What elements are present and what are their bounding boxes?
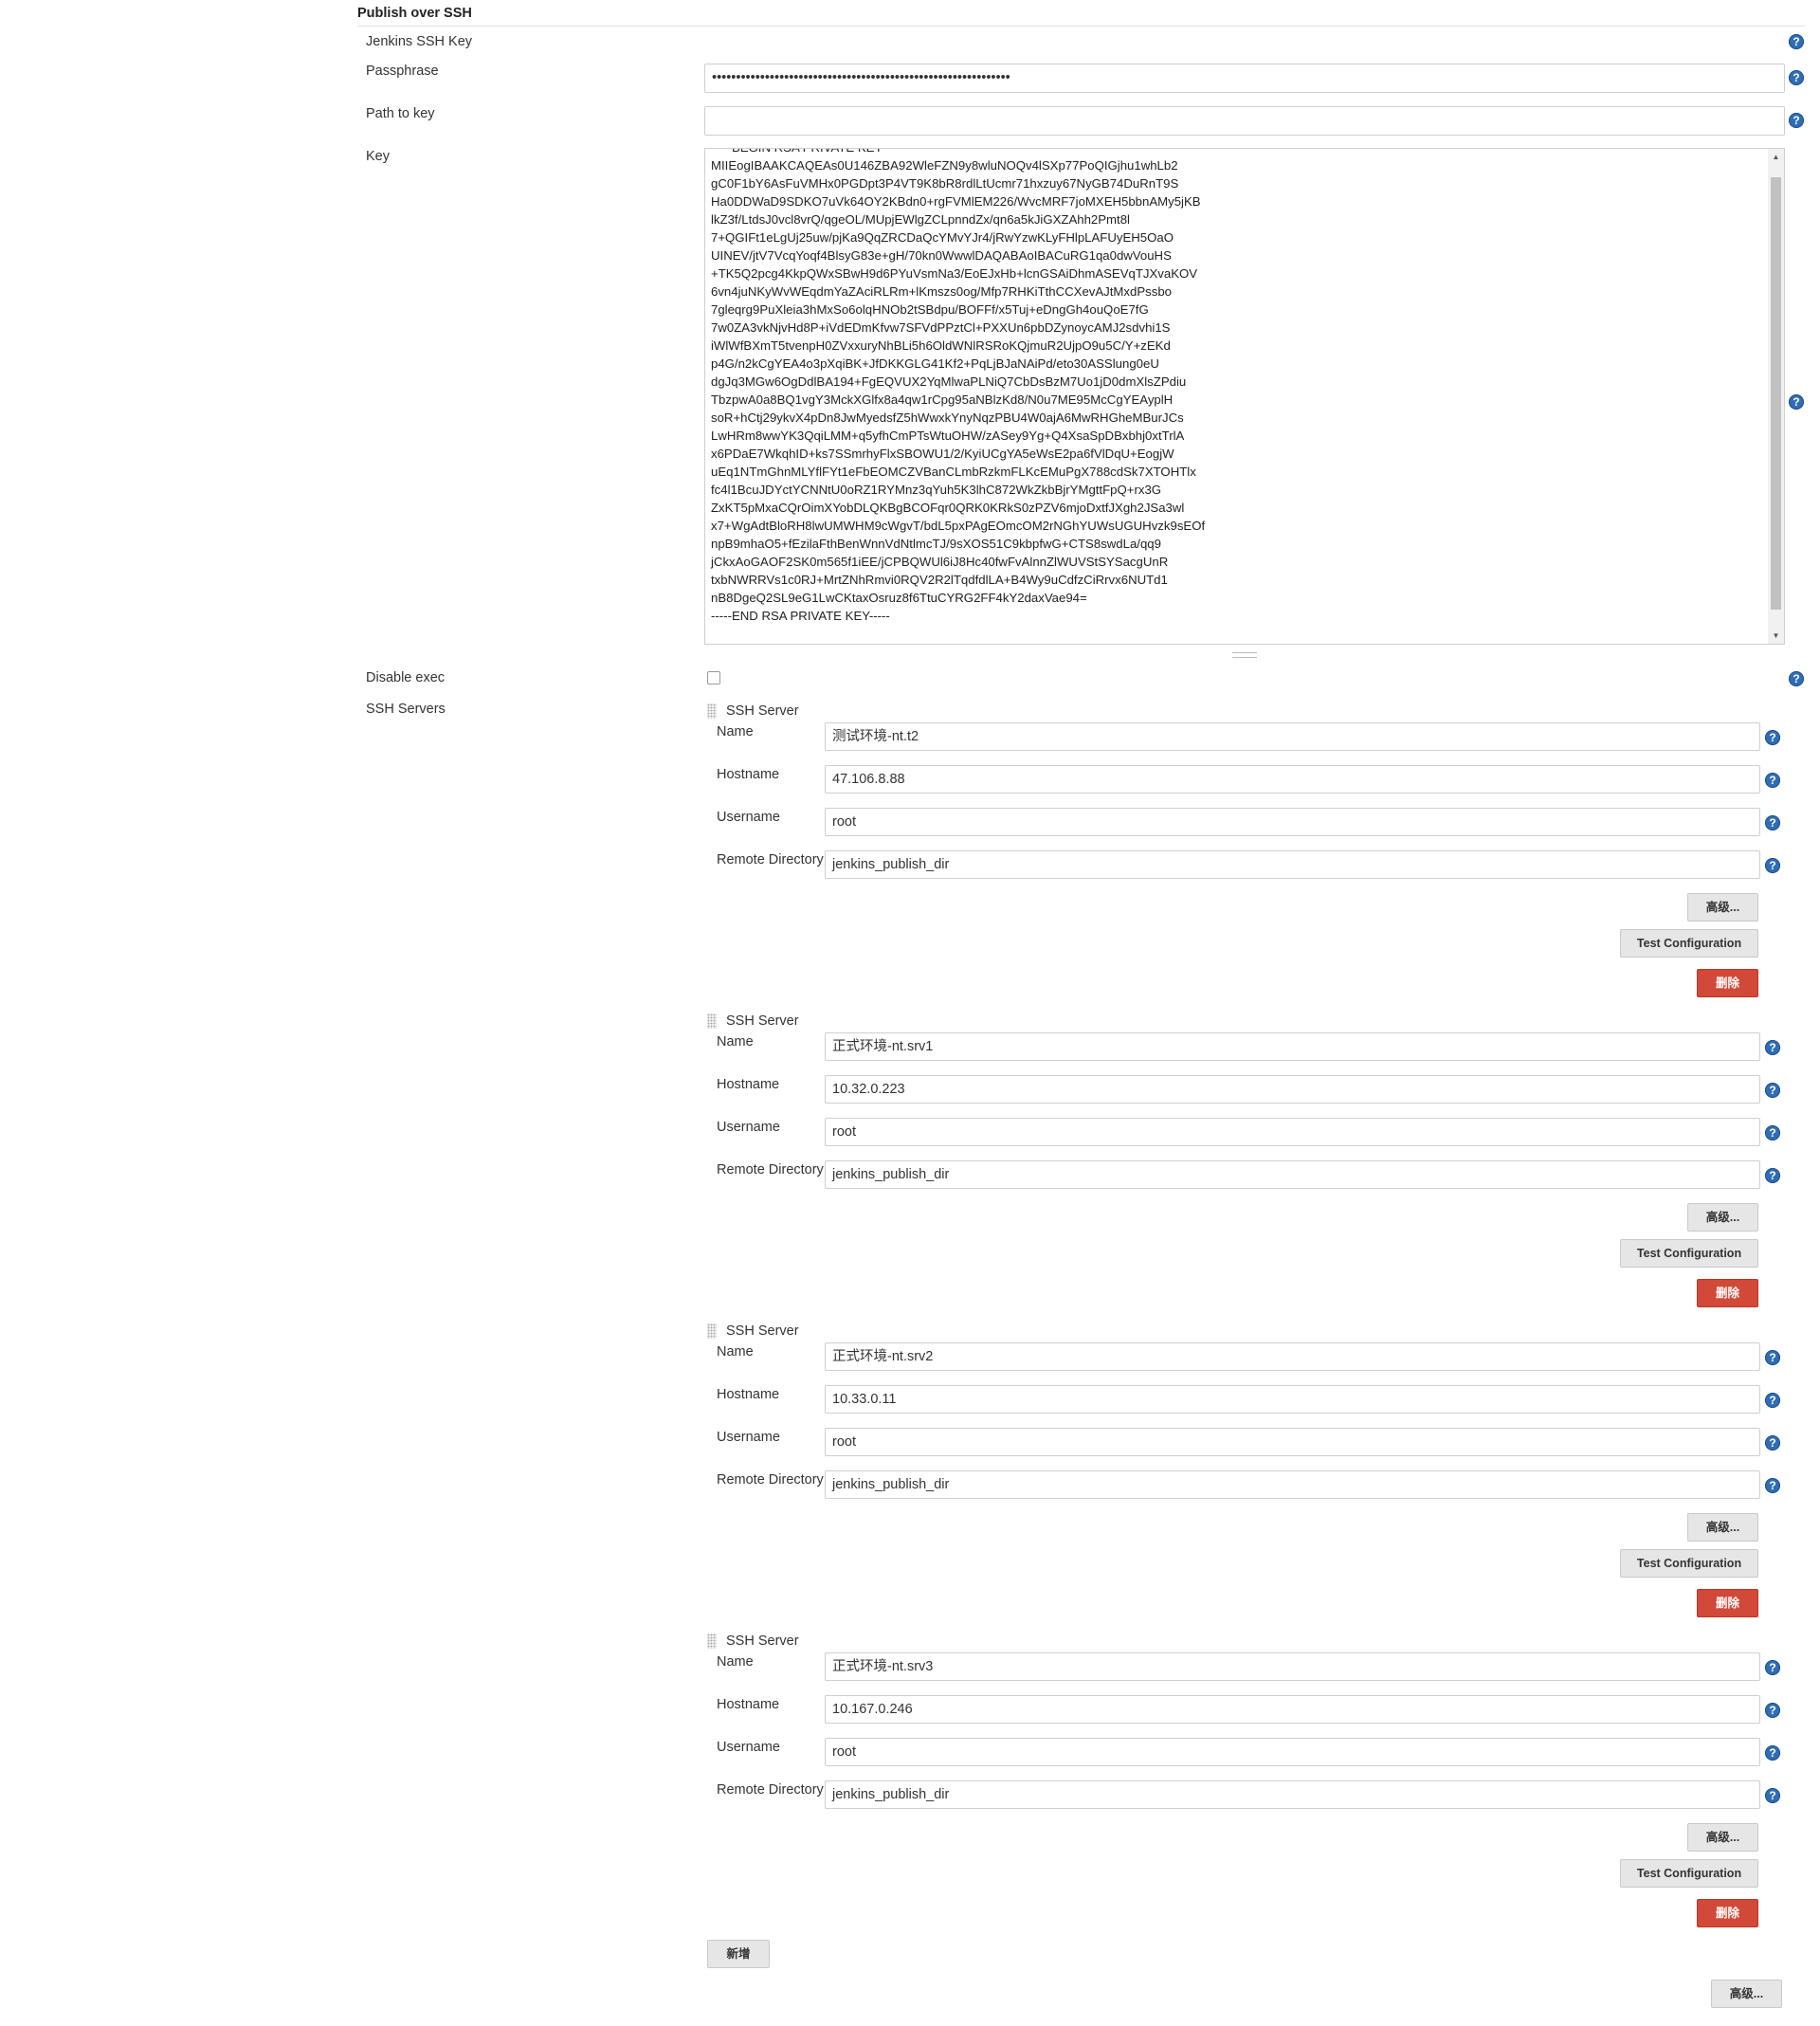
hostname-label: Hostname (717, 1387, 780, 1402)
username-label: Username (717, 1120, 780, 1135)
server-name-field[interactable]: 正式环境-nt.srv2 (825, 1342, 1760, 1371)
ssh-server-title: SSH Server (726, 1323, 799, 1339)
test-configuration-button[interactable]: Test Configuration (1620, 929, 1758, 958)
delete-server-button[interactable]: 删除 (1697, 1589, 1758, 1617)
name-label: Name (717, 1654, 754, 1670)
remote-directory-label: Remote Directory (717, 1162, 824, 1177)
drag-handle-icon[interactable] (707, 1013, 717, 1029)
server-name-field[interactable]: 测试环境-nt.t2 (825, 722, 1760, 751)
remote-directory-label: Remote Directory (717, 852, 824, 867)
name-label: Name (717, 1034, 754, 1050)
key-textarea[interactable]: -----BEGIN RSA PRIVATE KEY----- MIIEogIB… (704, 148, 1785, 645)
name-label: Name (717, 1344, 754, 1360)
server-username-field[interactable]: root (825, 1738, 1760, 1766)
key-scrollbar[interactable]: ▲ ▼ (1768, 149, 1784, 644)
help-icon[interactable]: ? (1765, 1745, 1780, 1761)
disable-exec-checkbox[interactable] (707, 671, 720, 684)
scroll-down-icon[interactable]: ▼ (1768, 628, 1784, 644)
help-icon[interactable]: ? (1765, 1435, 1780, 1451)
help-icon[interactable]: ? (1765, 815, 1780, 830)
delete-server-button[interactable]: 删除 (1697, 1279, 1758, 1307)
username-label: Username (717, 1430, 780, 1445)
scroll-thumb[interactable] (1771, 177, 1781, 610)
help-icon[interactable]: ? (1765, 1660, 1780, 1675)
test-configuration-button[interactable]: Test Configuration (1620, 1549, 1758, 1578)
help-icon[interactable]: ? (1765, 1478, 1780, 1493)
disable-exec-label: Disable exec (366, 670, 446, 685)
path-to-key-label: Path to key (366, 106, 435, 121)
ssh-server-title: SSH Server (726, 703, 799, 719)
advanced-button[interactable]: 高级... (1687, 1203, 1758, 1232)
key-text: -----BEGIN RSA PRIVATE KEY----- MIIEogIB… (711, 149, 1206, 623)
help-icon[interactable]: ? (1789, 70, 1804, 85)
remote-directory-label: Remote Directory (717, 1782, 824, 1798)
help-icon[interactable]: ? (1789, 394, 1804, 410)
test-configuration-button[interactable]: Test Configuration (1620, 1859, 1758, 1888)
help-icon[interactable]: ? (1765, 1703, 1780, 1718)
username-label: Username (717, 1740, 780, 1755)
drag-handle-icon[interactable] (707, 1634, 717, 1649)
section-title: Publish over SSH (357, 6, 472, 21)
path-to-key-field[interactable] (704, 106, 1785, 136)
ssh-server-title: SSH Server (726, 1634, 799, 1649)
hostname-label: Hostname (717, 767, 780, 782)
drag-handle-icon[interactable] (707, 1323, 717, 1339)
remote-directory-label: Remote Directory (717, 1472, 824, 1488)
server-hostname-field[interactable]: 10.32.0.223 (825, 1075, 1760, 1104)
server-hostname-field[interactable]: 10.33.0.11 (825, 1385, 1760, 1414)
help-icon[interactable]: ? (1789, 113, 1804, 128)
help-icon[interactable]: ? (1765, 1788, 1780, 1803)
hostname-label: Hostname (717, 1697, 780, 1712)
passphrase-field[interactable]: ••••••••••••••••••••••••••••••••••••••••… (704, 64, 1785, 93)
add-server-button[interactable]: 新增 (707, 1940, 770, 1968)
help-icon[interactable]: ? (1765, 1393, 1780, 1408)
hostname-label: Hostname (717, 1077, 780, 1092)
help-icon[interactable]: ? (1765, 858, 1780, 873)
delete-server-button[interactable]: 删除 (1697, 1899, 1758, 1927)
help-icon[interactable]: ? (1765, 1125, 1780, 1141)
passphrase-label: Passphrase (366, 64, 439, 79)
help-icon[interactable]: ? (1789, 671, 1804, 686)
username-label: Username (717, 810, 780, 825)
help-icon[interactable]: ? (1765, 1040, 1780, 1055)
server-remote-directory-field[interactable]: jenkins_publish_dir (825, 850, 1760, 879)
advanced-button[interactable]: 高级... (1687, 1513, 1758, 1542)
jenkins-ssh-key-label: Jenkins SSH Key (366, 34, 473, 49)
textarea-resize-grip[interactable] (1232, 652, 1257, 658)
help-icon[interactable]: ? (1765, 1168, 1780, 1183)
key-label: Key (366, 149, 390, 164)
advanced-button[interactable]: 高级... (1687, 893, 1758, 922)
section-divider (357, 26, 1805, 27)
server-remote-directory-field[interactable]: jenkins_publish_dir (825, 1780, 1760, 1809)
server-username-field[interactable]: root (825, 1428, 1760, 1456)
help-icon[interactable]: ? (1765, 1083, 1780, 1098)
server-username-field[interactable]: root (825, 808, 1760, 836)
delete-server-button[interactable]: 删除 (1697, 969, 1758, 997)
advanced-button[interactable]: 高级... (1711, 1980, 1782, 2008)
server-name-field[interactable]: 正式环境-nt.srv1 (825, 1032, 1760, 1061)
ssh-servers-label: SSH Servers (366, 702, 446, 717)
help-icon[interactable]: ? (1789, 34, 1804, 49)
test-configuration-button[interactable]: Test Configuration (1620, 1239, 1758, 1268)
help-icon[interactable]: ? (1765, 773, 1780, 788)
server-username-field[interactable]: root (825, 1118, 1760, 1146)
server-remote-directory-field[interactable]: jenkins_publish_dir (825, 1470, 1760, 1499)
server-remote-directory-field[interactable]: jenkins_publish_dir (825, 1160, 1760, 1189)
help-icon[interactable]: ? (1765, 730, 1780, 745)
server-hostname-field[interactable]: 47.106.8.88 (825, 765, 1760, 794)
server-hostname-field[interactable]: 10.167.0.246 (825, 1695, 1760, 1724)
server-name-field[interactable]: 正式环境-nt.srv3 (825, 1652, 1760, 1681)
scroll-up-icon[interactable]: ▲ (1768, 149, 1784, 165)
advanced-button[interactable]: 高级... (1687, 1823, 1758, 1852)
help-icon[interactable]: ? (1765, 1350, 1780, 1365)
drag-handle-icon[interactable] (707, 703, 717, 719)
name-label: Name (717, 724, 754, 739)
ssh-server-title: SSH Server (726, 1013, 799, 1029)
